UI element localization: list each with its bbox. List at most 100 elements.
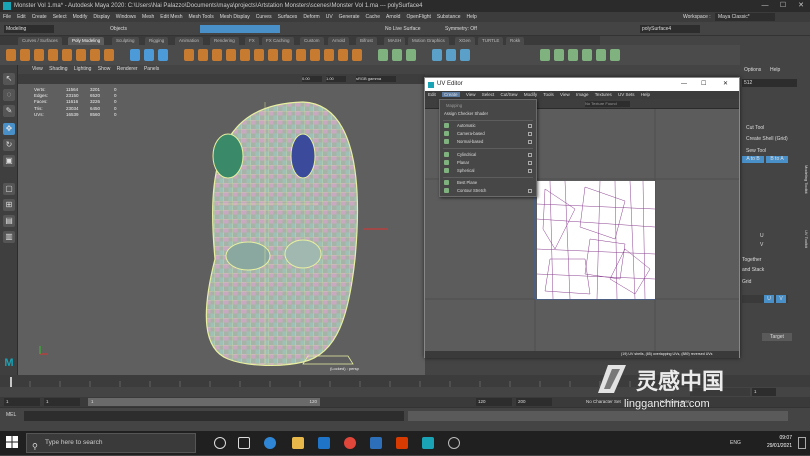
mode-dropdown[interactable]: Modeling [4, 25, 54, 33]
persp-graph-layout-icon[interactable]: ▤ [3, 215, 15, 227]
make-live-icon[interactable] [392, 49, 402, 61]
menu-create[interactable]: Create [29, 14, 50, 20]
uv-close-button[interactable]: ✕ [723, 78, 728, 91]
selection-mask-buttons[interactable] [200, 25, 280, 33]
exposure-field[interactable]: 0.00 [302, 76, 322, 82]
menu-mesh[interactable]: Mesh [139, 14, 157, 20]
menu-edit-mesh[interactable]: Edit Mesh [157, 14, 185, 20]
separate-icon[interactable] [144, 49, 154, 61]
multi-cut-icon[interactable] [310, 49, 320, 61]
menu-windows[interactable]: Windows [113, 14, 139, 20]
shelf-tab-curves[interactable]: Curves / Surfaces [18, 37, 62, 45]
poly-disc-icon[interactable] [90, 49, 100, 61]
uv-unfold-icon[interactable] [446, 49, 456, 61]
fill-hole-icon[interactable] [226, 49, 236, 61]
help-menu[interactable]: Help [770, 67, 780, 73]
windows-start-icon[interactable] [6, 436, 18, 448]
offset-edge-loop-icon[interactable] [338, 49, 348, 61]
panel-menu-view[interactable]: View [32, 66, 43, 72]
automatic-map-icon[interactable] [582, 49, 592, 61]
shelf-tab-custom[interactable]: Custom [300, 37, 324, 45]
cylindrical-item[interactable]: Cylindrical [440, 151, 536, 158]
move-tool-icon[interactable]: ✥ [3, 123, 15, 135]
shelf-tab-rokk[interactable]: Rokk [506, 37, 525, 45]
sew-tool-button[interactable]: Sew Tool [746, 148, 766, 154]
minimize-button[interactable]: — [756, 0, 774, 12]
poly-plane-icon[interactable] [76, 49, 86, 61]
uv-shell-icon[interactable] [610, 49, 620, 61]
shelf-tab-fx[interactable]: FX [245, 37, 259, 45]
menu-arnold[interactable]: Arnold [383, 14, 403, 20]
shelf-tab-poly-modeling[interactable]: Poly Modeling [68, 37, 105, 45]
end-frame-field[interactable]: 120 [476, 398, 512, 406]
collapse-icon[interactable] [268, 49, 278, 61]
uv-menu-select[interactable]: Select [482, 92, 495, 97]
menu-curves[interactable]: Curves [253, 14, 275, 20]
uv-cut-icon[interactable] [460, 49, 470, 61]
uv-editor-titlebar[interactable]: UV Editor — ☐ ✕ [425, 78, 739, 91]
store-icon[interactable] [318, 437, 330, 449]
gamma-field[interactable]: 1.00 [326, 76, 346, 82]
a-to-b-button[interactable]: A to B [742, 156, 764, 163]
cylindrical-map-icon[interactable] [554, 49, 564, 61]
spherical-map-icon[interactable] [568, 49, 578, 61]
3d-viewport[interactable] [18, 84, 425, 375]
append-icon[interactable] [240, 49, 250, 61]
shelf-tab-bifrost[interactable]: Bifrost [356, 37, 377, 45]
uv-menu-textures[interactable]: Textures [595, 92, 612, 97]
shelf-tab-sculpting[interactable]: Sculpting [112, 37, 139, 45]
uv-menu-tools[interactable]: Tools [543, 92, 554, 97]
current-frame-marker[interactable] [10, 377, 12, 387]
option-box-icon[interactable] [528, 131, 532, 136]
poly-cube-icon[interactable] [20, 49, 30, 61]
uv-menu-uv-sets[interactable]: UV Sets [618, 92, 635, 97]
live-surface-field[interactable]: No Live Surface [385, 25, 435, 33]
extrude-icon[interactable] [198, 49, 208, 61]
rotate-tool-icon[interactable]: ↻ [3, 139, 15, 151]
uv-minimize-button[interactable]: — [681, 78, 687, 91]
poly-cone-icon[interactable] [48, 49, 58, 61]
object-name-field[interactable]: polySurface4 [640, 25, 700, 33]
side-tab-modeling-toolkit[interactable]: Modeling Toolkit [803, 165, 809, 225]
shelf-tab-rigging[interactable]: Rigging [145, 37, 169, 45]
texture-dropdown[interactable]: No Texture Found [585, 101, 630, 107]
option-box-icon[interactable] [528, 160, 532, 165]
option-box-icon[interactable] [528, 123, 532, 128]
mirror-icon[interactable] [296, 49, 306, 61]
inner-start-field[interactable]: 1 [44, 398, 80, 406]
create-shell-button[interactable]: Create Shell (Grid) [746, 136, 788, 142]
smooth-icon[interactable] [158, 49, 168, 61]
panel-menu-renderer[interactable]: Renderer [117, 66, 138, 72]
shelf-tab-mash[interactable]: MASH [384, 37, 406, 45]
shelf-tab-animation[interactable]: Animation [175, 37, 204, 45]
edge-icon[interactable] [264, 437, 276, 449]
assign-checker-shader-item[interactable]: Assign Checker Shader [440, 110, 536, 117]
office-icon[interactable] [396, 437, 408, 449]
maya-taskbar-icon[interactable] [422, 437, 434, 449]
mel-label[interactable]: MEL [6, 412, 16, 418]
uv-editor-icon[interactable] [596, 49, 606, 61]
target-weld-icon[interactable] [352, 49, 362, 61]
uv-menu-help[interactable]: Help [641, 92, 650, 97]
shelf-tab-rendering[interactable]: Rendering [210, 37, 239, 45]
uv-menu-cut-sew[interactable]: Cut/Sew [501, 92, 518, 97]
menu-uv[interactable]: UV [323, 14, 336, 20]
scale-tool-icon[interactable]: ▣ [3, 155, 15, 167]
cortana-icon[interactable] [214, 437, 226, 449]
normal-based-item[interactable]: Normal-based [440, 138, 536, 145]
shelf-tab-fx-caching[interactable]: FX Caching [262, 37, 294, 45]
menu-edit[interactable]: Edit [14, 14, 29, 20]
cut-tool-button[interactable]: Cut Tool [746, 125, 764, 131]
menu-modify[interactable]: Modify [70, 14, 91, 20]
lasso-tool-icon[interactable]: ◌ [3, 89, 15, 101]
chrome-icon[interactable] [344, 437, 356, 449]
taskbar-clock[interactable]: 09:07 29/01/2021 [742, 434, 792, 450]
panel-menu-shading[interactable]: Shading [49, 66, 67, 72]
menu-deform[interactable]: Deform [300, 14, 322, 20]
uv-menu-image[interactable]: Image [576, 92, 589, 97]
close-button[interactable]: ✕ [792, 0, 810, 12]
taskbar-search-input[interactable]: ⚲ Type here to search [26, 433, 196, 453]
menu-surfaces[interactable]: Surfaces [275, 14, 301, 20]
uv-menu-modify[interactable]: Modify [524, 92, 537, 97]
camera-based-item[interactable]: Camera-based [440, 130, 536, 137]
